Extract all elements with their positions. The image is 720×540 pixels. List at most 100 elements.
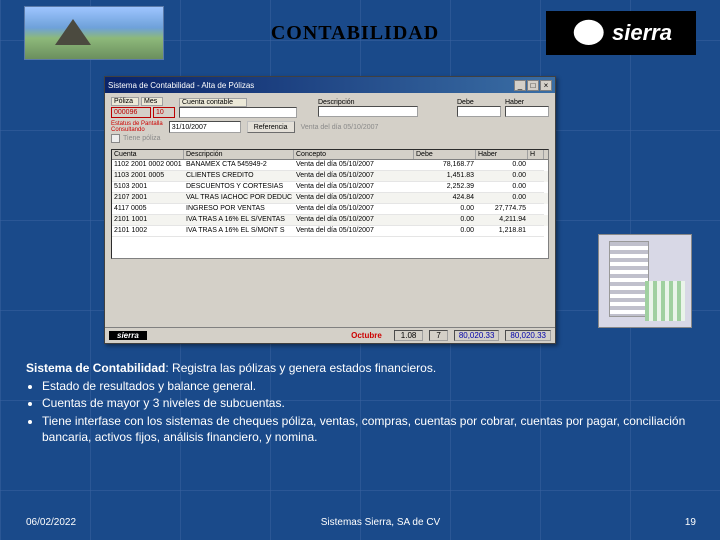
cell-desc: IVA TRAS A 16% EL S/MONT S (184, 226, 294, 237)
cell-desc: BANAMEX CTA 545949-2 (184, 160, 294, 171)
window-titlebar[interactable]: Sistema de Contabilidad - Alta de Póliza… (105, 77, 555, 93)
sub-row: Estatus de Pantalla Consultando 31/10/20… (111, 121, 549, 133)
bullet-item: Tiene interfase con los sistemas de cheq… (42, 413, 696, 445)
cell-desc: DESCUENTOS Y CORTESIAS (184, 182, 294, 193)
cell-concepto: Venta del día 05/10/2007 (294, 193, 414, 204)
cell-concepto: Venta del día 05/10/2007 (294, 160, 414, 171)
cell-cuenta: 1102 2001 0002 0001 (112, 160, 184, 171)
col-concepto: Concepto (294, 150, 414, 159)
grid[interactable]: Cuenta Descripción Concepto Debe Haber H… (111, 149, 549, 259)
cell-cuenta: 1103 2001 0005 (112, 171, 184, 182)
haber-label: Haber (505, 99, 549, 106)
cell-haber: 0.00 (476, 193, 528, 204)
cell-spacer (528, 226, 544, 237)
debe-input[interactable] (457, 106, 501, 117)
poliza-value[interactable]: 000096 (111, 107, 151, 118)
cell-debe: 0.00 (414, 226, 476, 237)
fecha-input[interactable]: 31/10/2007 (169, 121, 241, 133)
status-page2: 7 (429, 330, 447, 341)
status-total-haber: 80,020.33 (505, 330, 551, 341)
mes-label: Mes (141, 97, 163, 106)
desc-lead-bold: Sistema de Contabilidad (26, 361, 165, 375)
col-descripcion: Descripción (184, 150, 294, 159)
cell-haber: 0.00 (476, 182, 528, 193)
status-brand: sierra (109, 331, 147, 340)
cell-haber: 27,774.75 (476, 204, 528, 215)
cell-debe: 424.84 (414, 193, 476, 204)
mes-value[interactable]: 10 (153, 107, 175, 118)
cuenta-input[interactable] (179, 107, 297, 118)
description-block: Sistema de Contabilidad: Registra las pó… (26, 360, 696, 446)
window-title: Sistema de Contabilidad - Alta de Póliza… (108, 81, 254, 90)
cell-concepto: Venta del día 05/10/2007 (294, 171, 414, 182)
footer: 06/02/2022 Sistemas Sierra, SA de CV 19 (26, 517, 696, 528)
header-row: Póliza Mes 000096 10 Cuenta contable Des… (111, 97, 549, 118)
swoosh-icon (570, 18, 604, 48)
building-illustration (598, 234, 692, 328)
table-row[interactable]: 2107 2001VAL TRAS IACHOC POR DEDUC S.AVe… (112, 193, 548, 204)
cell-cuenta: 2101 1001 (112, 215, 184, 226)
col-haber: Haber (476, 150, 528, 159)
descripcion-input[interactable] (318, 106, 418, 117)
haber-input[interactable] (505, 106, 549, 117)
table-row[interactable]: 2101 1002IVA TRAS A 16% EL S/MONT SVenta… (112, 226, 548, 237)
cell-haber: 0.00 (476, 171, 528, 182)
landscape-logo (24, 6, 164, 60)
maximize-button[interactable]: □ (527, 80, 539, 91)
status-total-debe: 80,020.33 (454, 330, 500, 341)
close-button[interactable]: × (540, 80, 552, 91)
cell-desc: VAL TRAS IACHOC POR DEDUC S.A (184, 193, 294, 204)
title-area: CONTABILIDAD (176, 22, 534, 45)
cuenta-label: Cuenta contable (179, 98, 247, 107)
cell-spacer (528, 193, 544, 204)
col-debe: Debe (414, 150, 476, 159)
cell-spacer (528, 171, 544, 182)
bullet-item: Estado de resultados y balance general. (42, 378, 696, 394)
desc-lead-rest: : Registra las pólizas y genera estados … (165, 361, 436, 375)
cell-concepto: Venta del día 05/10/2007 (294, 226, 414, 237)
grid-body: 1102 2001 0002 0001BANAMEX CTA 545949-2V… (112, 160, 548, 237)
footer-page: 19 (685, 517, 696, 528)
bullet-list: Estado de resultados y balance general.C… (26, 378, 696, 445)
page-title: CONTABILIDAD (176, 22, 534, 45)
estado-value: Consultando (111, 127, 163, 133)
checkbox-tiene-poliza[interactable] (111, 134, 120, 143)
cell-concepto: Venta del día 05/10/2007 (294, 182, 414, 193)
status-page1: 1.08 (394, 330, 424, 341)
cell-haber: 4,211.94 (476, 215, 528, 226)
venta-dia-text: Venta del día 05/10/2007 (301, 124, 379, 131)
accounting-window: Sistema de Contabilidad - Alta de Póliza… (104, 76, 556, 344)
cell-desc: INGRESO POR VENTAS (184, 204, 294, 215)
cell-debe: 1,451.83 (414, 171, 476, 182)
col-cuenta: Cuenta (112, 150, 184, 159)
table-row[interactable]: 2101 1001IVA TRAS A 16% EL S/VENTASVenta… (112, 215, 548, 226)
cell-debe: 2,252.39 (414, 182, 476, 193)
descripcion-label: Descripción (318, 99, 453, 106)
sierra-brand: sierra (612, 20, 672, 46)
form-area: Póliza Mes 000096 10 Cuenta contable Des… (105, 93, 555, 147)
cell-spacer (528, 160, 544, 171)
poliza-label: Póliza (111, 97, 139, 106)
checkbox-label: Tiene póliza (123, 135, 161, 142)
minimize-button[interactable]: _ (514, 80, 526, 91)
cell-debe: 78,168.77 (414, 160, 476, 171)
grid-header: Cuenta Descripción Concepto Debe Haber H (112, 150, 548, 160)
table-row[interactable]: 4117 0005INGRESO POR VENTASVenta del día… (112, 204, 548, 215)
footer-date: 06/02/2022 (26, 517, 76, 528)
cell-cuenta: 2101 1002 (112, 226, 184, 237)
cell-cuenta: 4117 0005 (112, 204, 184, 215)
table-row[interactable]: 1102 2001 0002 0001BANAMEX CTA 545949-2V… (112, 160, 548, 171)
cell-debe: 0.00 (414, 215, 476, 226)
cell-spacer (528, 182, 544, 193)
cell-desc: CLIENTES CREDITO (184, 171, 294, 182)
table-row[interactable]: 5103 2001DESCUENTOS Y CORTESIASVenta del… (112, 182, 548, 193)
cell-desc: IVA TRAS A 16% EL S/VENTAS (184, 215, 294, 226)
status-bar: sierra Octubre 1.08 7 80,020.33 80,020.3… (105, 327, 555, 343)
referencia-button[interactable]: Referencia (247, 121, 295, 133)
cell-concepto: Venta del día 05/10/2007 (294, 215, 414, 226)
table-row[interactable]: 1103 2001 0005CLIENTES CREDITOVenta del … (112, 171, 548, 182)
cell-concepto: Venta del día 05/10/2007 (294, 204, 414, 215)
bullet-item: Cuentas de mayor y 3 niveles de subcuent… (42, 395, 696, 411)
cell-spacer (528, 204, 544, 215)
cell-spacer (528, 215, 544, 226)
